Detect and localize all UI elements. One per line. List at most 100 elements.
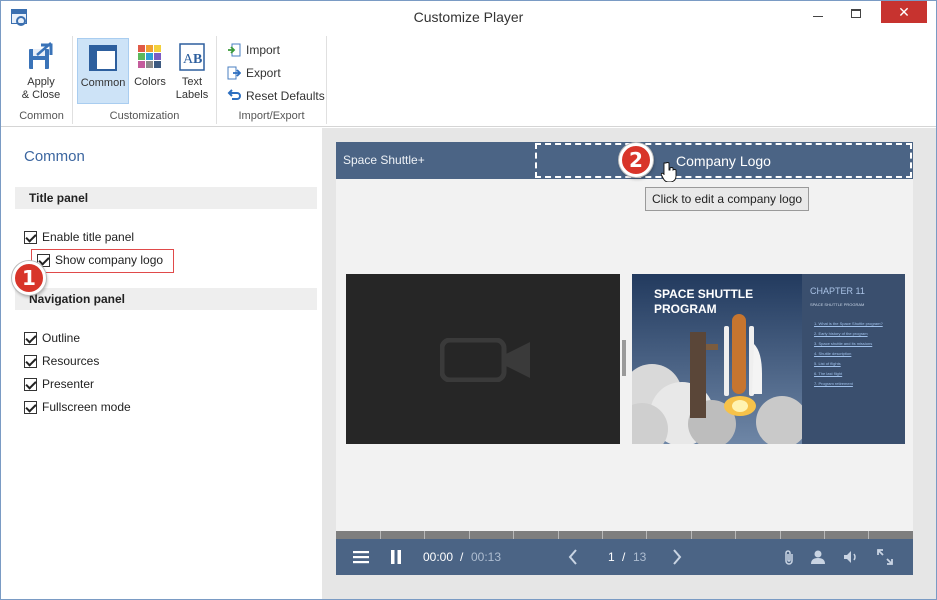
color-palette-icon <box>134 41 166 73</box>
group-label-customization: Customization <box>109 110 180 122</box>
volume-icon[interactable] <box>842 548 860 566</box>
previous-slide-icon[interactable] <box>567 548 579 566</box>
slide-panel: SPACE SHUTTLE PROGRAM CHAPTER 11 SPACE S… <box>632 274 905 444</box>
slide-link[interactable]: 6. The last flight <box>814 369 902 379</box>
resources-checkbox[interactable]: Resources <box>24 352 99 370</box>
import-button[interactable]: Import <box>227 40 280 60</box>
ribbon-group-common: Apply & Close Common <box>11 36 73 124</box>
export-label: Export <box>246 66 281 80</box>
reset-defaults-button[interactable]: Reset Defaults <box>227 86 325 106</box>
checkbox-checked-icon <box>24 354 37 368</box>
menu-icon[interactable] <box>353 548 369 566</box>
common-button[interactable]: Common <box>77 38 129 104</box>
checkbox-checked-icon <box>24 400 37 414</box>
enable-title-panel-label: Enable title panel <box>42 230 135 244</box>
next-slide-icon[interactable] <box>671 548 683 566</box>
page-separator: / <box>622 550 626 564</box>
slide-heading-1: SPACE SHUTTLE <box>654 287 754 301</box>
common-button-label: Common <box>80 77 126 89</box>
slide-marker <box>824 531 825 539</box>
total-time: 00:13 <box>471 550 502 564</box>
group-label-common: Common <box>19 110 64 122</box>
export-button[interactable]: Export <box>227 63 281 83</box>
ribbon-group-import-export: Import Export Reset Defaults Import/Expo… <box>217 36 327 124</box>
slide-chapter: CHAPTER 11 <box>810 286 865 296</box>
save-apply-icon <box>25 41 57 73</box>
checkbox-checked-icon <box>24 377 37 391</box>
resources-label: Resources <box>42 354 100 368</box>
presenter-label: Presenter <box>42 377 95 391</box>
import-label: Import <box>246 43 281 57</box>
ribbon-group-customization: Common Colors A B Text Labels Customizat… <box>73 36 217 124</box>
settings-panel: Common Title panel Enable title panel Sh… <box>1 128 321 599</box>
slide-chapter-sub: SPACE SHUTTLE PROGRAM <box>810 302 865 307</box>
ribbon: Apply & Close Common Common Colors A B T… <box>1 32 936 127</box>
presenter-checkbox[interactable]: Presenter <box>24 375 94 393</box>
checkbox-checked-icon <box>24 331 37 345</box>
slide-link[interactable]: 3. Space shuttle and its missions <box>814 339 902 349</box>
text-labels-label-2: Labels <box>175 89 209 101</box>
seek-bar[interactable] <box>336 531 913 539</box>
step-badge-2: 2 <box>619 143 653 177</box>
minimize-icon <box>812 15 823 17</box>
logo-tooltip: Click to edit a company logo <box>645 187 810 211</box>
company-logo-placeholder[interactable]: Company Logo <box>535 143 912 178</box>
close-button[interactable]: ✕ <box>881 1 927 23</box>
current-time: 00:00 <box>423 550 454 564</box>
title-bar: Customize Player ✕ <box>1 1 936 32</box>
video-panel <box>346 274 620 444</box>
company-logo-text: Company Logo <box>676 152 771 169</box>
svg-text:B: B <box>193 52 202 67</box>
slide-link[interactable]: 4. Shuttle description <box>814 349 902 359</box>
outline-label: Outline <box>42 331 81 345</box>
player-control-bar: 00:00 / 00:13 1 / 13 <box>336 539 913 575</box>
window-title: Customize Player <box>413 9 524 25</box>
fullscreen-icon[interactable] <box>876 548 894 566</box>
slide-marker <box>868 531 869 539</box>
show-company-logo-checkbox[interactable]: Show company logo <box>37 251 163 269</box>
fullscreen-mode-label: Fullscreen mode <box>42 400 131 414</box>
navigation-panel-header: Navigation panel <box>15 288 317 310</box>
presenter-icon[interactable] <box>810 548 826 566</box>
outline-checkbox[interactable]: Outline <box>24 329 80 347</box>
text-labels-button[interactable]: A B Text Labels <box>171 38 213 104</box>
close-icon: ✕ <box>898 3 910 20</box>
slide-marker <box>780 531 781 539</box>
apply-close-button[interactable]: Apply & Close <box>17 38 65 104</box>
slide-link[interactable]: 5. List of flights <box>814 359 902 369</box>
enable-title-panel-checkbox[interactable]: Enable title panel <box>24 228 134 246</box>
slide-marker <box>513 531 514 539</box>
maximize-button[interactable] <box>839 1 872 25</box>
slide-marker <box>380 531 381 539</box>
fullscreen-mode-checkbox[interactable]: Fullscreen mode <box>24 398 131 416</box>
reset-icon <box>227 89 241 103</box>
slide-marker <box>691 531 692 539</box>
show-company-logo-label: Show company logo <box>55 253 164 267</box>
maximize-icon <box>850 8 861 18</box>
attachment-icon[interactable] <box>782 548 796 566</box>
group-label-import-export: Import/Export <box>238 110 305 122</box>
slide-link[interactable]: 7. Program retirement <box>814 379 902 389</box>
checkbox-checked-icon <box>24 230 37 244</box>
pane-splitter-handle[interactable] <box>622 340 626 376</box>
apply-close-label-1: Apply <box>27 76 55 88</box>
slide-heading-2: PROGRAM <box>654 302 717 316</box>
export-icon <box>227 66 242 80</box>
minimize-button[interactable] <box>801 1 834 25</box>
customize-player-window: Customize Player ✕ Apply & Close Common … <box>0 0 937 600</box>
slide-link[interactable]: 1. What is the Space Shuttle program? <box>814 319 902 329</box>
slide-marker <box>735 531 736 539</box>
panel-title: Common <box>24 148 85 165</box>
slide-marker <box>558 531 559 539</box>
pause-icon[interactable] <box>389 548 403 566</box>
title-panel-header: Title panel <box>15 187 317 209</box>
layout-icon <box>87 42 119 74</box>
video-camera-icon <box>440 338 530 382</box>
slide-marker <box>646 531 647 539</box>
step-badge-1: 1 <box>12 261 46 295</box>
hand-cursor-icon <box>661 162 677 182</box>
colors-button[interactable]: Colors <box>129 38 171 104</box>
time-separator: / <box>460 550 464 564</box>
apply-close-label-2: & Close <box>21 89 61 101</box>
slide-link[interactable]: 2. Early history of the program <box>814 329 902 339</box>
